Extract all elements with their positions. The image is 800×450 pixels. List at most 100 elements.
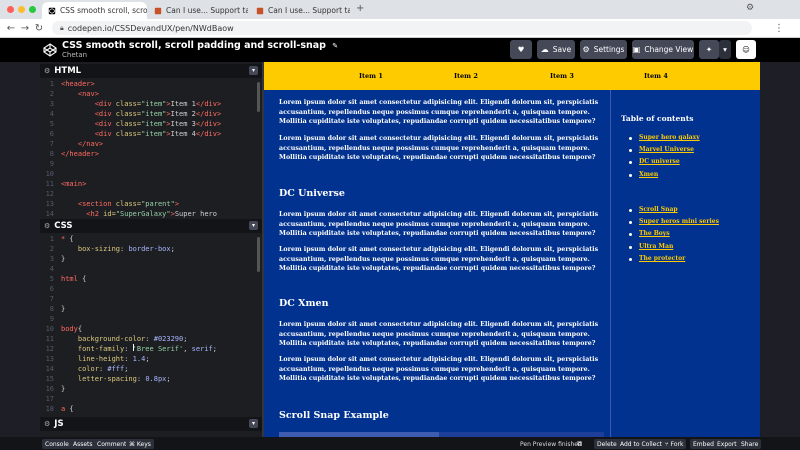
new-tab-button[interactable]: + xyxy=(356,3,364,14)
code-line: 7 </nav> xyxy=(40,139,262,149)
css-pane-label: CSS xyxy=(54,221,73,231)
tab-title: Can I use... Support tables fo xyxy=(268,6,350,15)
toc-link[interactable]: Xmen xyxy=(639,171,658,178)
pin-button[interactable]: ✦ xyxy=(699,40,719,59)
nav-item-2[interactable]: Item 2 xyxy=(454,72,478,80)
chevron-down-icon[interactable]: ▾ xyxy=(249,66,258,75)
lorem-paragraph: Lorem ipsum dolor sit amet consectetur a… xyxy=(279,321,599,347)
nav-item-3[interactable]: Item 3 xyxy=(550,72,574,80)
forward-arrow-icon[interactable]: → xyxy=(18,23,32,34)
css-code-editor[interactable]: 1 * {2 box-sizing: border-box; 3} 4 5 html {6… xyxy=(40,234,262,414)
gear-icon[interactable]: ⚙ xyxy=(44,67,50,75)
html-code-editor[interactable]: 1 <header> 2 <nav> 3 <div class="item">Item… xyxy=(40,79,262,229)
embed-button[interactable]: Embed xyxy=(690,439,717,449)
code-text: <section class="parent"> xyxy=(77,200,180,208)
export-button[interactable]: Export xyxy=(714,439,740,449)
gear-icon[interactable]: ⚙ xyxy=(44,222,50,230)
fork-button[interactable]: ⑂ Fork xyxy=(662,439,687,449)
preview-iframe[interactable]: Item 1 Item 2 Item 3 Item 4 Lorem ipsum … xyxy=(264,62,760,437)
codepen-logo-icon[interactable] xyxy=(42,42,58,58)
line-number: 10 xyxy=(45,325,54,333)
browser-tab-caniuse-1[interactable]: Can I use... Support tables fo × xyxy=(148,2,248,19)
lock-icon: 🔒︎ xyxy=(60,23,64,32)
code-line: 8} xyxy=(40,304,262,314)
css-scrollbar[interactable] xyxy=(257,237,260,272)
nav-item-4[interactable]: Item 4 xyxy=(644,72,668,80)
section-heading: DC Universe xyxy=(279,188,345,199)
bullet-icon xyxy=(629,209,632,212)
heart-button[interactable]: ♥ xyxy=(510,40,532,59)
save-button[interactable]: ☁ Save xyxy=(537,40,575,59)
pin-dropdown-button[interactable]: ▾ xyxy=(719,40,731,59)
browser-tab-codepen[interactable]: CSS smooth scroll, scroll padd × xyxy=(42,2,147,19)
code-line: 3 <div class="item">Item 1</div> xyxy=(40,99,262,109)
js-pane-header[interactable]: ⚙ JS ▾ xyxy=(40,417,262,431)
codepen-header: CSS smooth scroll, scroll padding and sc… xyxy=(0,38,800,62)
open-preview-icon[interactable]: ⧉ xyxy=(577,439,582,449)
extension-icon[interactable]: ⚙ xyxy=(746,3,754,13)
toc-link[interactable]: Super heros mini series xyxy=(639,218,719,225)
layout-icon: ▣ xyxy=(632,45,641,54)
preview-status: Pen Preview finished xyxy=(520,440,582,448)
html-scrollbar[interactable] xyxy=(257,82,260,112)
maximize-window-dot[interactable] xyxy=(29,6,36,13)
code-line: 2 box-sizing: border-box; xyxy=(40,244,262,254)
code-line: 14 <h2 id="SuperGalaxy">Super hero xyxy=(40,209,262,219)
editor-panel: ⚙ HTML ▾ 1 <header> 2 <nav> 3 <div class="i… xyxy=(40,62,262,437)
code-line: 18 a { xyxy=(40,404,262,414)
line-number: 12 xyxy=(45,345,54,353)
code-text: background-color: #023290; xyxy=(77,335,188,343)
url-field[interactable]: 🔒︎ codepen.io/CSSDevandUX/pen/NWdBaow xyxy=(52,21,752,35)
browser-tab-bar: CSS smooth scroll, scroll padd × Can I u… xyxy=(0,0,800,19)
line-number: 3 xyxy=(49,255,54,263)
line-number: 7 xyxy=(49,140,54,148)
avatar[interactable]: ☺ xyxy=(736,40,756,59)
menu-icon[interactable]: ⋮ xyxy=(774,23,784,34)
toc-link[interactable]: Scroll Snap xyxy=(639,206,678,213)
toc-link[interactable]: The protector xyxy=(639,255,685,262)
nav-item-1[interactable]: Item 1 xyxy=(359,72,383,80)
chevron-down-icon[interactable]: ▾ xyxy=(249,419,258,428)
console-button[interactable]: Console xyxy=(42,439,72,449)
browser-tab-caniuse-2[interactable]: Can I use... Support tables fo × xyxy=(250,2,350,19)
toc-link[interactable]: Super hero galaxy xyxy=(639,134,700,141)
chevron-down-icon[interactable]: ▾ xyxy=(249,221,258,230)
line-number: 6 xyxy=(49,130,54,138)
minimize-window-dot[interactable] xyxy=(18,6,25,13)
share-button[interactable]: Share xyxy=(738,439,762,449)
edit-pencil-icon[interactable]: ✎ xyxy=(332,42,338,50)
code-line: 1 * { xyxy=(40,234,262,244)
keys-button[interactable]: ⌘ Keys xyxy=(126,439,154,449)
reload-icon[interactable]: ↻ xyxy=(32,23,46,34)
pen-title[interactable]: CSS smooth scroll, scroll padding and sc… xyxy=(62,40,338,51)
css-pane-header[interactable]: ⚙ CSS ▾ xyxy=(40,219,262,233)
back-arrow-icon[interactable]: ← xyxy=(4,23,18,34)
toc-link[interactable]: Marvel Universe xyxy=(639,146,694,153)
gear-icon[interactable]: ⚙ xyxy=(44,420,50,428)
code-line: 11 <main> xyxy=(40,179,262,189)
change-view-button[interactable]: ▣ Change View xyxy=(632,40,694,59)
html-pane-header[interactable]: ⚙ HTML ▾ xyxy=(40,64,262,78)
delete-button[interactable]: Delete xyxy=(594,439,620,449)
lorem-paragraph: Lorem ipsum dolor sit amet consectetur a… xyxy=(279,356,599,382)
code-text: </nav> xyxy=(77,140,104,148)
code-line: 14 color: #fff; xyxy=(40,364,262,374)
toc-link[interactable]: Ultra Man xyxy=(639,243,673,250)
gear-icon: ⚙ xyxy=(582,45,590,54)
code-text: <div class="item">Item 3</div> xyxy=(94,120,222,128)
code-line: 10 body{ xyxy=(40,324,262,334)
code-text: * { xyxy=(61,235,74,243)
pen-author[interactable]: Chetan xyxy=(62,51,87,59)
settings-label: Settings xyxy=(593,45,625,54)
code-text: font-family: 'Bree Serif', serif; xyxy=(77,345,217,353)
close-window-dot[interactable] xyxy=(7,6,14,13)
code-text: <header> xyxy=(61,80,95,88)
line-number: 1 xyxy=(49,235,54,243)
settings-button[interactable]: ⚙ Settings xyxy=(580,40,627,59)
toc-link[interactable]: DC universe xyxy=(639,158,680,165)
assets-button[interactable]: Assets xyxy=(70,439,96,449)
toc-link[interactable]: The Boys xyxy=(639,230,670,237)
code-text: <main> xyxy=(61,180,87,188)
